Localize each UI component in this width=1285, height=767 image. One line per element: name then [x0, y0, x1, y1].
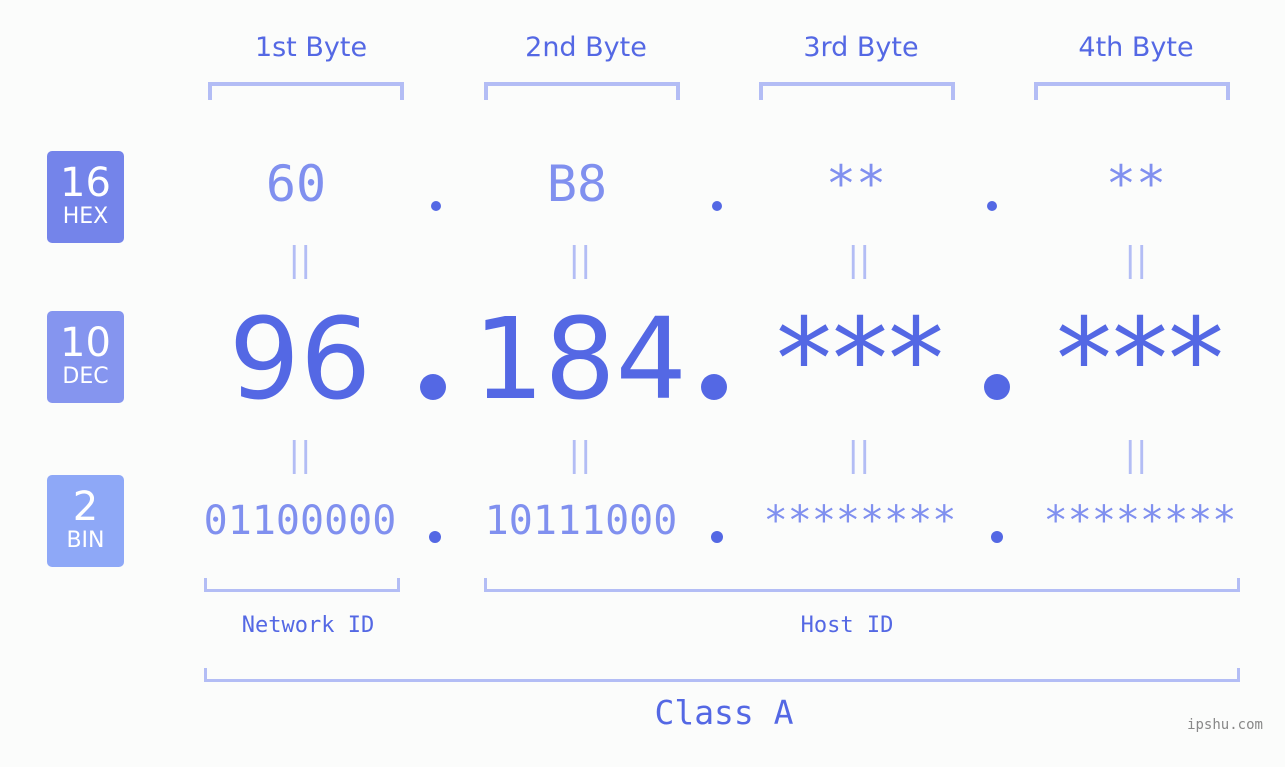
byte-header-3: 3rd Byte [803, 32, 919, 63]
byte-bracket-2 [484, 82, 680, 100]
dec-value-2: 184 [473, 295, 687, 425]
hex-dot-1 [431, 201, 441, 211]
bin-value-4: ******** [1043, 498, 1237, 544]
bin-label: BIN [66, 528, 105, 553]
equals-icon: || [847, 240, 871, 280]
hex-badge: 16 HEX [47, 151, 124, 243]
byte-bracket-4 [1034, 82, 1230, 100]
equals-icon: || [1124, 240, 1148, 280]
watermark: ipshu.com [1187, 717, 1263, 733]
class-label: Class A [654, 693, 794, 732]
byte-bracket-3 [759, 82, 955, 100]
dec-dot-3 [984, 374, 1010, 400]
byte-header-1: 1st Byte [254, 32, 368, 63]
dec-value-4: *** [1056, 295, 1224, 425]
equals-icon: || [568, 435, 592, 475]
network-id-bracket [204, 578, 400, 592]
equals-icon: || [568, 240, 592, 280]
byte-header-2: 2nd Byte [525, 32, 647, 63]
hex-label: HEX [62, 204, 109, 229]
equals-icon: || [288, 435, 312, 475]
equals-icon: || [288, 240, 312, 280]
hex-dot-3 [987, 201, 997, 211]
bin-value-3: ******** [763, 498, 957, 544]
dec-badge: 10 DEC [47, 311, 124, 403]
hex-value-1: 60 [265, 155, 327, 213]
hex-value-2: B8 [546, 155, 608, 213]
bin-value-1: 01100000 [203, 498, 397, 544]
hex-value-4: ** [1105, 155, 1167, 213]
bin-badge: 2 BIN [47, 475, 124, 567]
class-bracket [204, 668, 1240, 682]
bin-base: 2 [72, 484, 99, 530]
bin-value-2: 10111000 [484, 498, 678, 544]
bin-dot-3 [991, 531, 1003, 543]
network-id-label: Network ID [241, 613, 375, 638]
hex-base: 16 [60, 160, 111, 206]
dec-value-3: *** [776, 295, 944, 425]
equals-icon: || [1124, 435, 1148, 475]
bin-dot-1 [429, 531, 441, 543]
host-id-label: Host ID [800, 613, 894, 638]
bin-dot-2 [711, 531, 723, 543]
host-id-bracket [484, 578, 1240, 592]
dec-dot-2 [701, 374, 727, 400]
dec-label: DEC [62, 364, 109, 389]
hex-value-3: ** [825, 155, 887, 213]
equals-icon: || [847, 435, 871, 475]
hex-dot-2 [712, 201, 722, 211]
byte-header-4: 4th Byte [1078, 32, 1194, 63]
dec-value-1: 96 [228, 295, 372, 425]
dec-base: 10 [60, 320, 111, 366]
dec-dot-1 [420, 374, 446, 400]
byte-bracket-1 [208, 82, 404, 100]
